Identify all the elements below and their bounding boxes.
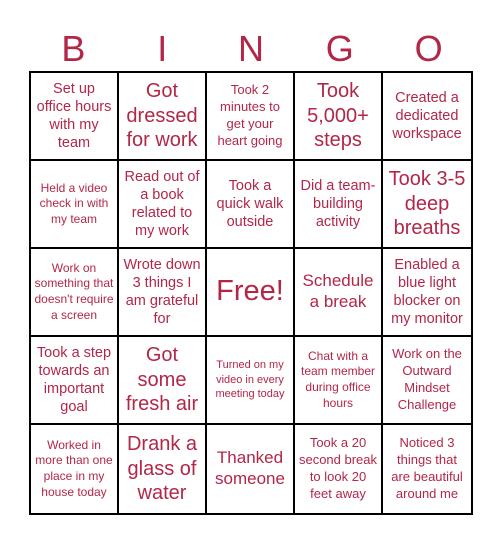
cell-text: Read out of a book related to my work bbox=[124, 168, 200, 240]
header-letter-g: G bbox=[325, 28, 354, 69]
bingo-cell[interactable]: Took 3-5 deep breaths bbox=[383, 161, 471, 249]
cell-text: Free! bbox=[216, 275, 284, 308]
cell-text: Set up office hours with my team bbox=[36, 80, 112, 152]
cell-text: Took 2 minutes to get your heart going bbox=[217, 82, 283, 148]
bingo-cell[interactable]: Got some fresh air bbox=[119, 337, 207, 425]
cell-text: Took a quick walk outside bbox=[216, 177, 284, 231]
cell-text: Did a team-building activity bbox=[300, 177, 376, 231]
cell-text: Work on the Outward Mindset Challenge bbox=[392, 346, 462, 412]
bingo-cell[interactable]: Took a quick walk outside bbox=[207, 161, 295, 249]
bingo-cell[interactable]: Drank a glass of water bbox=[119, 425, 207, 513]
bingo-cell[interactable]: Set up office hours with my team bbox=[31, 73, 119, 161]
header-letter-b: B bbox=[61, 28, 86, 69]
header-letter-i: I bbox=[157, 28, 168, 69]
cell-text: Thanked someone bbox=[215, 448, 285, 488]
bingo-cell[interactable]: Created a dedicated workspace bbox=[383, 73, 471, 161]
bingo-cell[interactable]: Noticed 3 things that are beautiful arou… bbox=[383, 425, 471, 513]
cell-text: Noticed 3 things that are beautiful arou… bbox=[391, 435, 463, 501]
cell-text: Held a video check in with my team bbox=[39, 180, 109, 226]
bingo-cell[interactable]: Took 5,000+ steps bbox=[295, 73, 383, 161]
cell-text: Got dressed for work bbox=[126, 80, 198, 152]
bingo-cell[interactable]: Took a 20 second break to look 20 feet a… bbox=[295, 425, 383, 513]
cell-text: Got some fresh air bbox=[125, 344, 199, 416]
bingo-cell[interactable]: Held a video check in with my team bbox=[31, 161, 119, 249]
cell-text: Created a dedicated workspace bbox=[392, 89, 462, 143]
cell-text: Worked in more than one place in my hous… bbox=[35, 437, 113, 499]
bingo-cell[interactable]: Schedule a break bbox=[295, 249, 383, 337]
cell-text: Enabled a blue light blocker on my monit… bbox=[391, 256, 463, 328]
bingo-cell[interactable]: Enabled a blue light blocker on my monit… bbox=[383, 249, 471, 337]
header-letter-o: O bbox=[414, 28, 443, 69]
cell-text: Took 5,000+ steps bbox=[307, 80, 369, 152]
free-space-cell[interactable]: Free! bbox=[207, 249, 295, 337]
cell-text: Took a step towards an important goal bbox=[36, 344, 112, 416]
bingo-header: B I N G O bbox=[29, 26, 473, 71]
cell-text: Took a 20 second break to look 20 feet a… bbox=[298, 435, 378, 501]
cell-text: Work on something that doesn't require a… bbox=[34, 260, 114, 322]
bingo-cell[interactable]: Took 2 minutes to get your heart going bbox=[207, 73, 295, 161]
bingo-cell[interactable]: Worked in more than one place in my hous… bbox=[31, 425, 119, 513]
bingo-cell[interactable]: Thanked someone bbox=[207, 425, 295, 513]
bingo-cell[interactable]: Wrote down 3 things I am grateful for bbox=[119, 249, 207, 337]
bingo-board: Set up office hours with my team Got dre… bbox=[29, 71, 473, 515]
header-letter-n: N bbox=[237, 28, 264, 69]
bingo-cell[interactable]: Read out of a book related to my work bbox=[119, 161, 207, 249]
bingo-cell[interactable]: Did a team-building activity bbox=[295, 161, 383, 249]
cell-text: Schedule a break bbox=[302, 271, 374, 311]
bingo-cell[interactable]: Took a step towards an important goal bbox=[31, 337, 119, 425]
bingo-cell[interactable]: Turned on my video in every meeting toda… bbox=[207, 337, 295, 425]
bingo-cell[interactable]: Work on the Outward Mindset Challenge bbox=[383, 337, 471, 425]
cell-text: Wrote down 3 things I am grateful for bbox=[123, 256, 201, 328]
cell-text: Drank a glass of water bbox=[126, 433, 198, 505]
bingo-cell[interactable]: Got dressed for work bbox=[119, 73, 207, 161]
cell-text: Chat with a team member during office ho… bbox=[300, 348, 376, 410]
cell-text: Took 3-5 deep breaths bbox=[388, 168, 466, 240]
bingo-cell[interactable]: Chat with a team member during office ho… bbox=[295, 337, 383, 425]
bingo-cell[interactable]: Work on something that doesn't require a… bbox=[31, 249, 119, 337]
cell-text: Turned on my video in every meeting toda… bbox=[215, 358, 285, 401]
